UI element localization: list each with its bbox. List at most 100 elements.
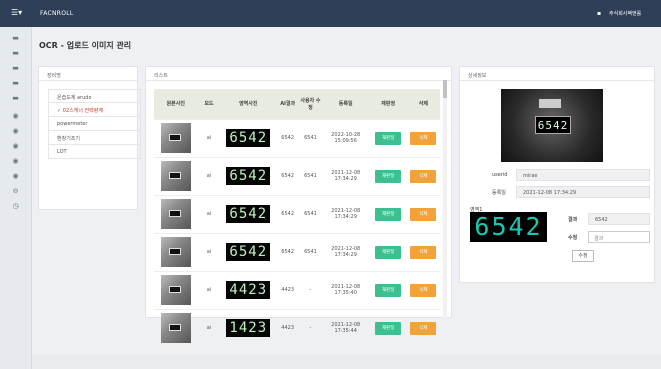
col-original-photo: 원본사진 [154, 89, 198, 119]
device-label [539, 99, 561, 108]
col-mode: 모드 [197, 89, 221, 119]
ai-result-cell: 4423 [276, 270, 300, 309]
edit-input[interactable]: 결과 [588, 231, 650, 243]
list-header: 리스트 [146, 67, 451, 81]
eye-icon[interactable]: ◉ [11, 172, 20, 180]
mode-cell: ai [197, 118, 221, 157]
original-thumbnail[interactable] [160, 161, 191, 191]
table-row[interactable]: ai 6542 6542 6541 2021-12-08 17:34:29 재판… [154, 232, 440, 271]
scrollbar-thumb[interactable] [443, 80, 447, 98]
category-list: 온습도계 arudo ✓ 02스캐너 전력량계 powermeter 환창기조기… [48, 89, 141, 159]
user-edit-cell: 6541 [299, 194, 322, 233]
table-row[interactable]: ai 6542 6542 6541 2022-10-28 15:09:56 재판… [154, 118, 440, 157]
category-item[interactable]: powermeter [48, 117, 141, 131]
area-image[interactable]: 6542 [226, 205, 271, 223]
mode-cell: ai [197, 270, 221, 309]
area-image[interactable]: 4423 [226, 281, 271, 299]
delete-button[interactable]: 삭제 [410, 283, 437, 297]
category-panel: 장비명 온습도계 arudo ✓ 02스캐너 전력량계 powermeter 환… [38, 66, 141, 210]
original-thumbnail[interactable] [160, 313, 191, 344]
table-row[interactable]: ai 6542 6542 6541 2021-12-08 17:34:29 재판… [154, 194, 440, 233]
ai-result-cell: 6542 [276, 194, 300, 233]
ai-result-cell: 6542 [276, 156, 300, 195]
date-cell: 2022-10-28 15:09:56 [321, 118, 370, 157]
user-edit-cell: - [299, 270, 322, 309]
left-sidebar: ▬ ▬ ▬ ▬ ▬ ◉ ◉ ◉ ◉ ◉ ⊖ ◷ [0, 27, 32, 369]
rejudge-button[interactable]: 재판정 [375, 131, 402, 145]
rejudge-button[interactable]: 재판정 [375, 283, 402, 297]
ai-result-cell: 4423 [276, 308, 300, 347]
list-scrollbar[interactable] [443, 80, 447, 318]
area-image[interactable]: 1423 [226, 319, 271, 338]
date-cell: 2021-12-08 17:35:44 [321, 308, 370, 347]
mode-cell: ai [197, 232, 221, 271]
footer [32, 355, 661, 369]
edit-button[interactable]: 수정 [572, 250, 594, 262]
registered-label: 등록일 [492, 190, 506, 196]
table-row[interactable]: ai 1423 4423 - 2021-12-08 17:35:44 재판정 삭… [154, 308, 440, 347]
col-area-photo: 영역사진 [220, 89, 277, 119]
area-image[interactable]: 6542 [226, 167, 271, 185]
user-edit-cell: - [299, 308, 322, 347]
device-icon[interactable]: ▬ [11, 79, 20, 87]
rejudge-button[interactable]: 재판정 [375, 169, 402, 183]
date-cell: 2021-12-08 17:34:29 [321, 156, 370, 195]
category-item[interactable]: LOT [48, 145, 141, 159]
col-rejudge: 재판정 [369, 89, 407, 119]
col-registered: 등록일 [321, 89, 370, 119]
userid-field: mirae [516, 169, 650, 181]
clock-icon[interactable]: ◷ [11, 202, 20, 210]
delete-button[interactable]: 삭제 [410, 321, 437, 335]
registered-field: 2021-12-08 17:34:29 [516, 186, 650, 198]
rejudge-button[interactable]: 재판정 [375, 321, 402, 335]
detail-original-image[interactable]: 6542 [501, 89, 603, 162]
delete-button[interactable]: 삭제 [410, 207, 437, 221]
userid-label: userid [492, 172, 508, 178]
eye-icon[interactable]: ◉ [11, 112, 20, 120]
user-edit-cell: 6541 [299, 118, 322, 157]
login-icon[interactable]: ⊖ [11, 187, 20, 195]
table-row[interactable]: ai 4423 4423 - 2021-12-08 17:35:40 재판정 삭… [154, 270, 440, 309]
menu-icon[interactable]: ☰▾ [11, 8, 22, 17]
category-item[interactable]: 온습도계 arudo [48, 89, 141, 103]
delete-button[interactable]: 삭제 [410, 131, 437, 145]
edit-label: 수정 [568, 235, 578, 241]
eye-icon[interactable]: ◉ [11, 127, 20, 135]
table-row[interactable]: ai 6542 6542 6541 2021-12-08 17:34:29 재판… [154, 156, 440, 195]
date-cell: 2021-12-08 17:34:29 [321, 194, 370, 233]
eye-icon[interactable]: ◉ [11, 157, 20, 165]
original-thumbnail[interactable] [160, 237, 191, 267]
col-delete: 삭제 [406, 89, 440, 119]
area-plate-image: 6542 [470, 212, 547, 242]
col-user-edit: 사용자 수정 [299, 89, 322, 119]
device-icon[interactable]: ▬ [11, 49, 20, 57]
area-image[interactable]: 6542 [226, 243, 271, 261]
page-title: OCR - 업로드 이미지 관리 [39, 41, 132, 50]
category-item[interactable]: 환창기조기 [48, 131, 141, 145]
ocr-table: 원본사진 모드 영역사진 AI결과 사용자 수정 등록일 재판정 삭제 ai 6… [154, 89, 440, 347]
rejudge-button[interactable]: 재판정 [375, 207, 402, 221]
eye-icon[interactable]: ◉ [11, 142, 20, 150]
delete-button[interactable]: 삭제 [410, 169, 437, 183]
brand-logo[interactable]: FACNROLL [40, 10, 74, 17]
area-image[interactable]: 6542 [226, 129, 271, 147]
detail-panel: 상세정보 6542 userid mirae 등록일 2021-12-08 17… [459, 66, 655, 283]
ai-result-cell: 6542 [276, 118, 300, 157]
mode-cell: ai [197, 308, 221, 347]
original-thumbnail[interactable] [160, 275, 191, 305]
detail-image-plate: 6542 [535, 116, 571, 134]
date-cell: 2021-12-08 17:35:40 [321, 270, 370, 309]
category-item-selected[interactable]: ✓ 02스캐너 전력량계 [48, 103, 141, 117]
user-edit-cell: 6541 [299, 232, 322, 271]
date-cell: 2021-12-08 17:34:29 [321, 232, 370, 271]
dot-icon: ▪ [597, 10, 602, 17]
device-icon[interactable]: ▬ [11, 94, 20, 102]
company-menu[interactable]: 주식회사팩앤롤 [609, 10, 641, 17]
original-thumbnail[interactable] [160, 123, 191, 153]
rejudge-button[interactable]: 재판정 [375, 245, 402, 259]
device-icon[interactable]: ▬ [11, 34, 20, 42]
device-icon[interactable]: ▬ [11, 64, 20, 72]
original-thumbnail[interactable] [160, 199, 191, 229]
mode-cell: ai [197, 156, 221, 195]
delete-button[interactable]: 삭제 [410, 245, 437, 259]
